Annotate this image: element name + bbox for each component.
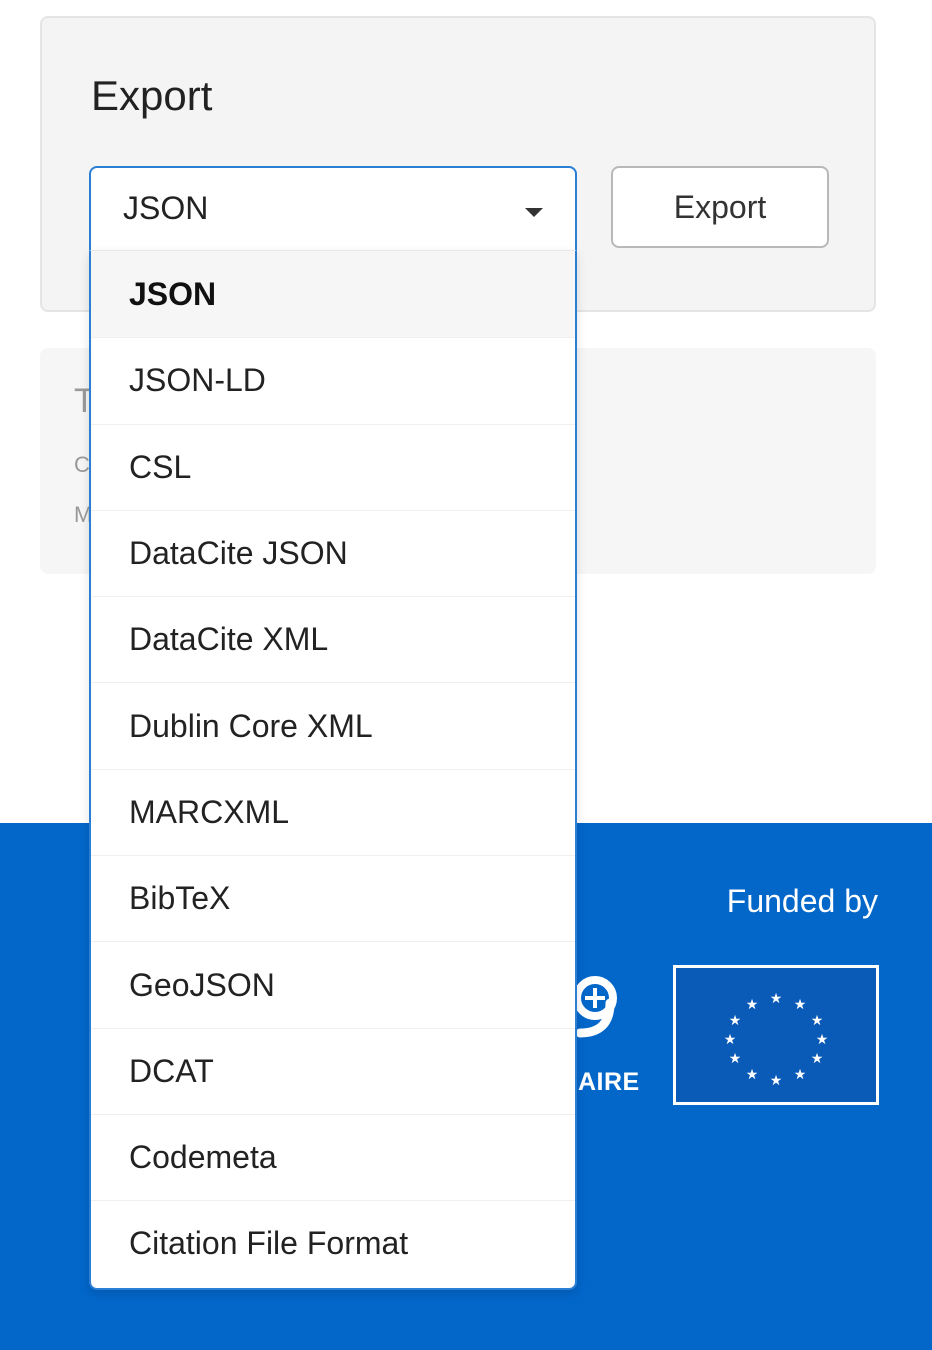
format-option[interactable]: Citation File Format bbox=[91, 1200, 575, 1286]
format-option[interactable]: DataCite XML bbox=[91, 596, 575, 682]
format-option[interactable]: MARCXML bbox=[91, 768, 575, 855]
format-select[interactable]: JSON bbox=[89, 166, 577, 250]
eu-flag-icon: ★ ★ ★ ★ ★ ★ ★ ★ ★ ★ ★ ★ bbox=[673, 965, 879, 1105]
format-select-value: JSON bbox=[123, 190, 209, 226]
svg-text:★: ★ bbox=[811, 1013, 824, 1029]
secondary-panel-line-fragment: C bbox=[74, 452, 90, 477]
page: Export JSON Export T C M Funded by AIRE … bbox=[0, 0, 932, 1350]
svg-text:★: ★ bbox=[811, 1051, 824, 1067]
svg-text:★: ★ bbox=[770, 991, 783, 1007]
format-option[interactable]: Dublin Core XML bbox=[91, 682, 575, 768]
svg-text:★: ★ bbox=[724, 1032, 737, 1048]
format-option[interactable]: CSL bbox=[91, 423, 575, 510]
funded-by-label: Funded by bbox=[726, 883, 878, 919]
svg-text:★: ★ bbox=[746, 997, 759, 1013]
svg-text:★: ★ bbox=[770, 1073, 783, 1089]
format-option[interactable]: GeoJSON bbox=[91, 941, 575, 1027]
svg-text:★: ★ bbox=[729, 1051, 742, 1067]
svg-text:★: ★ bbox=[816, 1032, 829, 1048]
format-option[interactable]: DCAT bbox=[91, 1027, 575, 1114]
svg-text:★: ★ bbox=[746, 1067, 759, 1083]
format-option[interactable]: JSON-LD bbox=[91, 337, 575, 423]
svg-text:★: ★ bbox=[794, 997, 807, 1013]
format-option[interactable]: DataCite JSON bbox=[91, 509, 575, 596]
format-option[interactable]: Codemeta bbox=[91, 1113, 575, 1200]
export-button[interactable]: Export bbox=[611, 166, 829, 248]
svg-text:★: ★ bbox=[794, 1067, 807, 1083]
format-option[interactable]: BibTeX bbox=[91, 855, 575, 941]
format-option[interactable]: JSON bbox=[91, 251, 575, 338]
svg-text:★: ★ bbox=[729, 1013, 742, 1029]
openaire-logo-text: AIRE bbox=[578, 1068, 640, 1096]
format-dropdown-menu: JSON JSON-LD CSL DataCite JSON DataCite XML D… bbox=[89, 250, 577, 1290]
chevron-down-icon bbox=[525, 208, 543, 217]
export-heading: Export bbox=[91, 72, 213, 119]
